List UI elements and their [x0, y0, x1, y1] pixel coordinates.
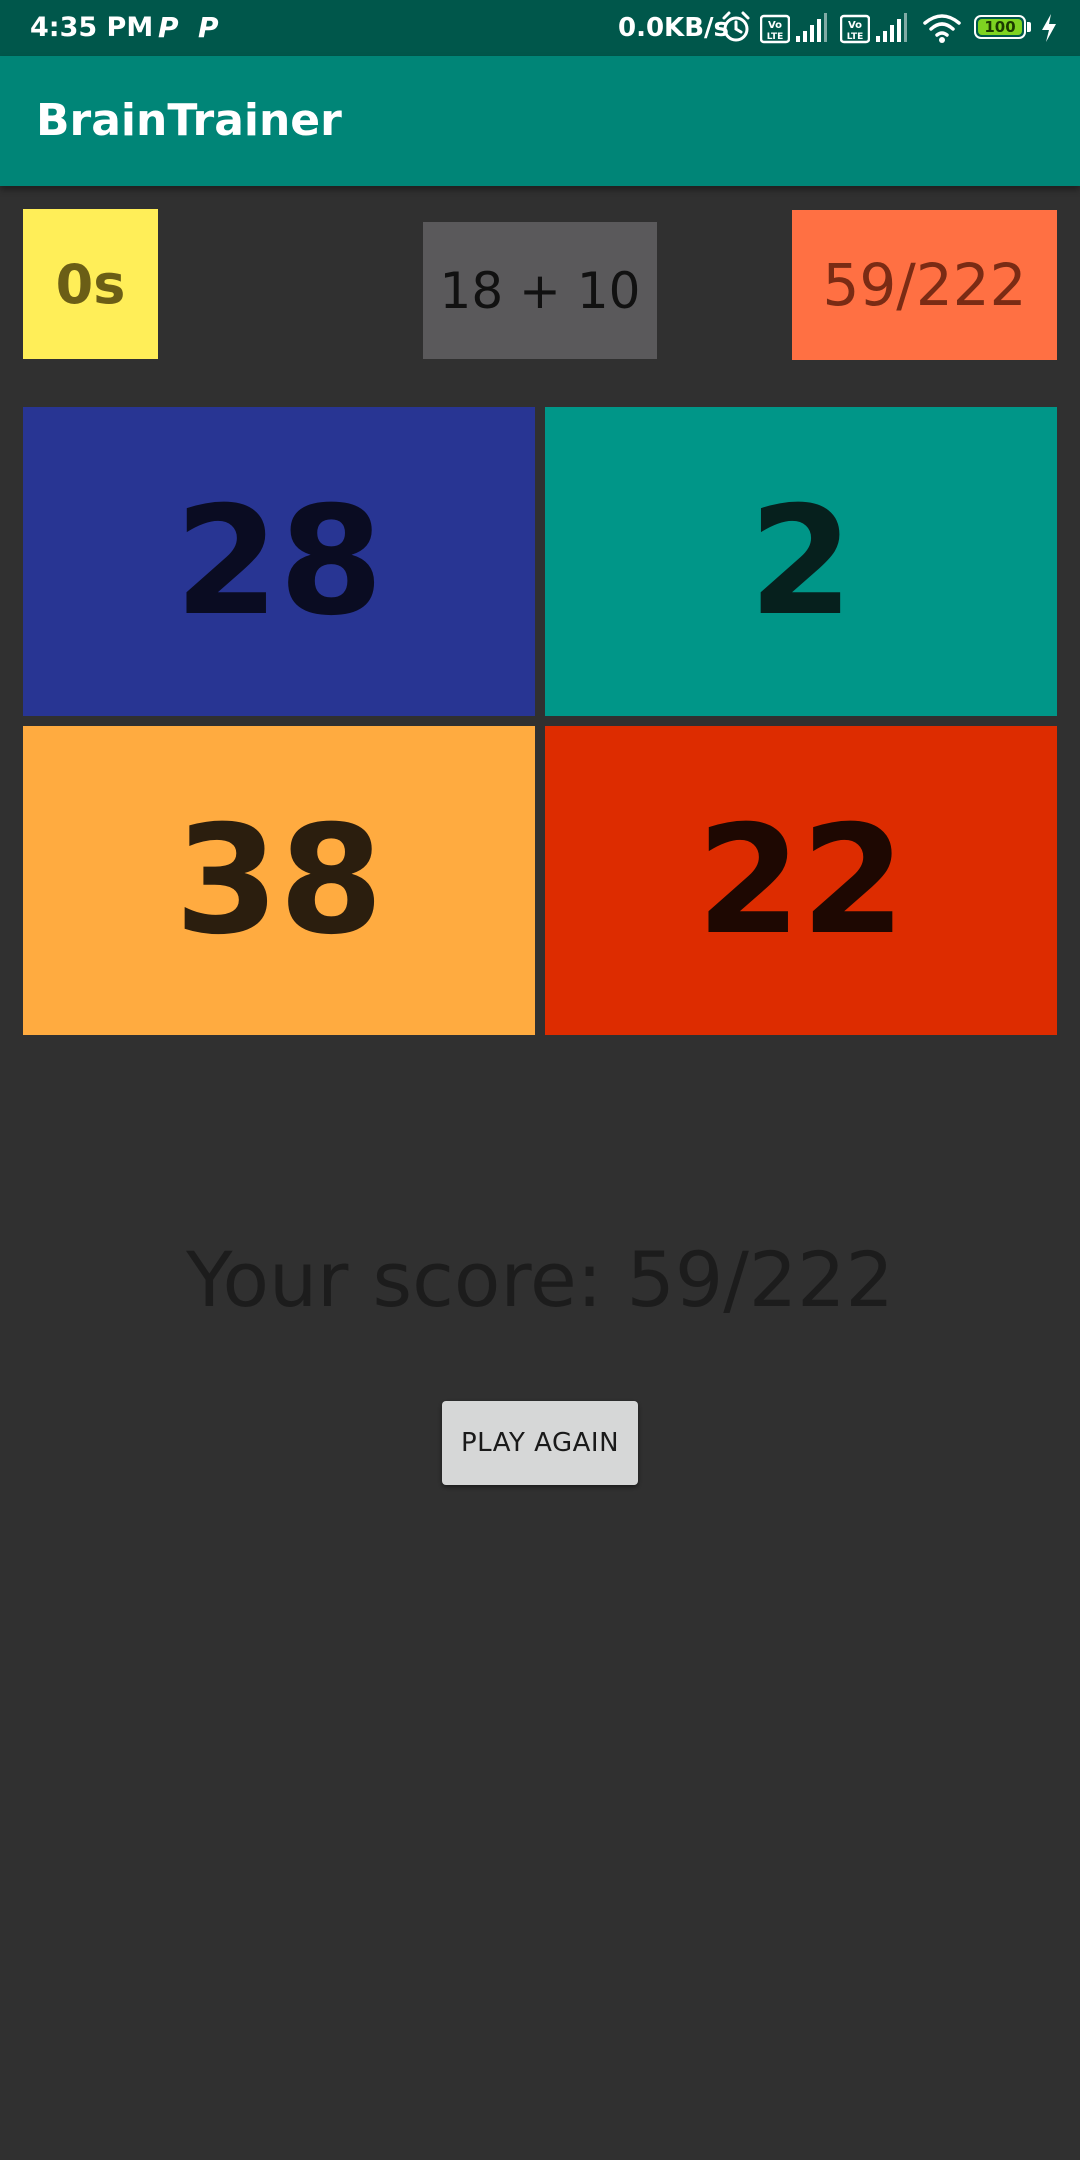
- svg-text:Vo: Vo: [768, 20, 782, 31]
- answer-button-2[interactable]: 2: [545, 407, 1057, 716]
- score-display: 59/222: [792, 210, 1057, 360]
- svg-text:LTE: LTE: [767, 32, 784, 42]
- signal-icon: [796, 13, 827, 42]
- wifi-icon: [923, 14, 961, 43]
- timer-display: 0s: [23, 209, 158, 359]
- alarm-icon: [722, 11, 750, 42]
- answer-button-1[interactable]: 28: [23, 407, 535, 716]
- question-display: 18 + 10: [423, 222, 657, 359]
- app-title: BrainTrainer: [36, 95, 342, 146]
- answer-button-3[interactable]: 38: [23, 726, 535, 1035]
- battery-icon: 100: [974, 15, 1026, 39]
- app-bar: BrainTrainer: [0, 56, 1080, 186]
- volte-icon: Vo LTE: [760, 14, 790, 44]
- charging-icon: [1042, 14, 1056, 42]
- status-time: 4:35 PM: [30, 12, 154, 43]
- play-again-button[interactable]: PLAY AGAIN: [442, 1401, 638, 1485]
- parking-p-icon: P: [158, 11, 179, 44]
- result-text: Your score: 59/222: [186, 1235, 894, 1324]
- volte-icon: Vo LTE: [840, 14, 870, 44]
- signal-icon: [876, 13, 907, 42]
- battery-level: 100: [984, 18, 1016, 36]
- status-bar: 4:35 PM P P 0.0KB/s Vo LTE Vo LTE 100: [0, 0, 1080, 56]
- network-speed: 0.0KB/s: [618, 13, 729, 43]
- svg-text:Vo: Vo: [848, 20, 862, 31]
- answer-button-4[interactable]: 22: [545, 726, 1057, 1035]
- parking-p-icon: P: [198, 11, 219, 44]
- battery-tip: [1027, 22, 1031, 32]
- svg-text:LTE: LTE: [847, 32, 864, 42]
